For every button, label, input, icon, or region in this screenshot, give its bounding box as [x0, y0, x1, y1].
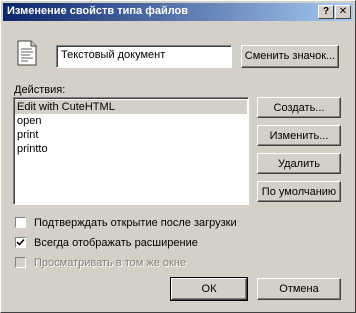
list-item[interactable]: printto: [15, 142, 247, 156]
always-show-extension-option[interactable]: Всегда отображать расширение: [15, 236, 275, 250]
text-document-icon: [16, 40, 38, 66]
set-default-action-button[interactable]: По умолчанию: [257, 181, 341, 202]
confirm-open-checkbox[interactable]: [15, 217, 26, 228]
edit-action-button[interactable]: Изменить...: [257, 125, 341, 146]
checkmark-icon: [16, 238, 25, 246]
browse-same-window-label: Просматривать в том же окне: [34, 257, 187, 269]
ok-button-label: ОК: [201, 283, 217, 295]
create-action-button[interactable]: Создать...: [257, 97, 341, 118]
window-title: Изменение свойств типа файлов: [7, 5, 189, 17]
list-item[interactable]: print: [15, 128, 247, 142]
ok-button[interactable]: ОК: [170, 277, 248, 301]
list-item[interactable]: Edit with CuteHTML: [15, 100, 247, 114]
file-type-properties-dialog: Изменение свойств типа файлов ? ✕ Тексто…: [0, 0, 356, 313]
file-type-description-field[interactable]: Текстовый документ: [56, 45, 232, 68]
confirm-open-option[interactable]: Подтверждать открытие после загрузки: [15, 216, 275, 230]
change-icon-button[interactable]: Сменить значок...: [241, 45, 339, 68]
create-action-button-label: Создать...: [273, 102, 325, 114]
browse-same-window-checkbox: [15, 257, 26, 268]
help-button[interactable]: ?: [318, 5, 334, 19]
browse-same-window-option: Просматривать в том же окне: [15, 256, 275, 270]
change-icon-button-label: Сменить значок...: [244, 50, 336, 62]
actions-label: Действия:: [14, 84, 66, 96]
delete-action-button-label: Удалить: [278, 158, 320, 170]
cancel-button[interactable]: Отмена: [257, 278, 341, 300]
list-item[interactable]: open: [15, 114, 247, 128]
title-bar[interactable]: Изменение свойств типа файлов ? ✕: [3, 3, 353, 21]
always-show-extension-checkbox[interactable]: [15, 237, 26, 248]
delete-action-button[interactable]: Удалить: [257, 153, 341, 174]
set-default-action-button-label: По умолчанию: [261, 186, 337, 198]
close-button[interactable]: ✕: [335, 5, 351, 19]
cancel-button-label: Отмена: [279, 283, 319, 295]
edit-action-button-label: Изменить...: [269, 130, 329, 142]
confirm-open-label: Подтверждать открытие после загрузки: [34, 217, 237, 229]
actions-list[interactable]: Edit with CuteHTML open print printto: [13, 97, 249, 205]
always-show-extension-label: Всегда отображать расширение: [34, 237, 198, 249]
